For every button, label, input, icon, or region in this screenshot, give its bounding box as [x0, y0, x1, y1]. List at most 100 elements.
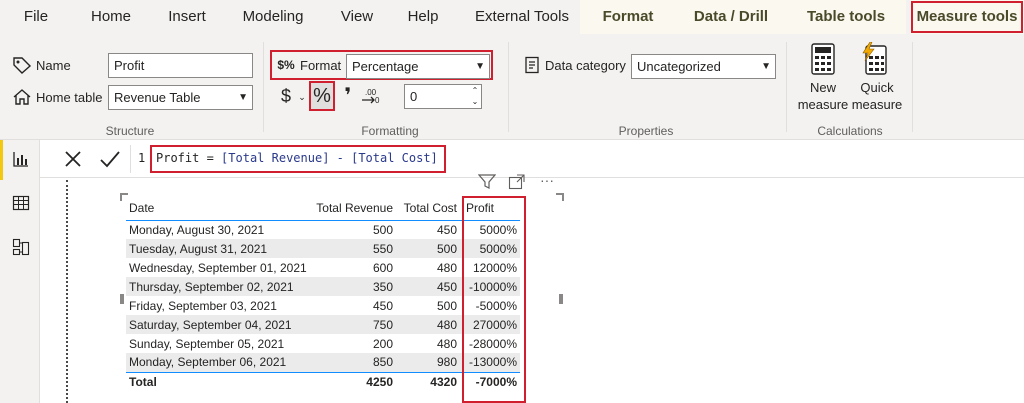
- cell-cost: 450: [436, 222, 457, 237]
- tab-table-tools[interactable]: Table tools: [786, 0, 906, 34]
- name-label: Name: [36, 58, 71, 73]
- formula-operator: =: [199, 151, 222, 165]
- table-row: Thursday, September 02, 2021 350 450 -10000…: [126, 277, 520, 296]
- tab-insert[interactable]: Insert: [156, 0, 218, 34]
- more-options-icon[interactable]: ···: [536, 172, 558, 188]
- menu-bar: File Home Insert Modeling View Help Exte…: [0, 0, 1024, 34]
- data-view-icon[interactable]: [12, 194, 30, 212]
- cell-cost: 480: [396, 315, 460, 334]
- cell-revenue: 200: [372, 336, 393, 351]
- cell-revenue: 350: [310, 277, 396, 296]
- table-row: Wednesday, September 01, 2021 600 480 12000…: [126, 258, 520, 277]
- divider: [263, 42, 264, 132]
- column-header-total-revenue[interactable]: Total Revenue: [310, 198, 396, 221]
- cell-cost: 500: [396, 239, 460, 258]
- percent-icon[interactable]: %: [311, 84, 333, 108]
- document-icon: [524, 56, 540, 74]
- chevron-down-icon: ▼: [475, 61, 485, 72]
- cell-revenue: 450: [372, 298, 393, 313]
- tab-format[interactable]: Format: [580, 0, 676, 34]
- cell-date: Sunday, September 05, 2021: [129, 336, 285, 351]
- cell-cost: 980: [396, 353, 460, 372]
- data-table: Date Total Revenue Total Cost Profit Mon…: [126, 198, 520, 391]
- quick-measure-label-2[interactable]: measure: [848, 97, 906, 112]
- commit-formula-icon[interactable]: [98, 148, 122, 170]
- total-cost: 4320: [396, 371, 460, 391]
- new-measure-label-1[interactable]: New: [796, 80, 850, 95]
- divider: [130, 145, 131, 173]
- data-category-value: Uncategorized: [637, 59, 721, 74]
- profit-column-highlight: [462, 196, 526, 403]
- nav-selected-indicator: [0, 140, 3, 180]
- filter-icon[interactable]: [477, 174, 497, 190]
- table-row: Sunday, September 05, 2021 200 480 -28000%: [126, 334, 520, 353]
- divider: [912, 42, 913, 132]
- cell-cost: 480: [436, 260, 457, 275]
- decimal-places-icon[interactable]: .00 0: [360, 86, 384, 106]
- cell-revenue: 600: [372, 260, 393, 275]
- data-category-dropdown[interactable]: Uncategorized ▼: [631, 54, 776, 79]
- comma-style-icon[interactable]: ❜: [341, 86, 355, 106]
- cell-revenue: 500: [372, 222, 393, 237]
- focus-mode-icon[interactable]: [508, 174, 526, 190]
- tab-measure-tools[interactable]: Measure tools: [910, 0, 1024, 34]
- new-measure-icon[interactable]: [810, 42, 836, 76]
- cell-date: Saturday, September 04, 2021: [126, 315, 310, 334]
- total-revenue: 4250: [310, 371, 396, 391]
- formula-input[interactable]: Profit = [Total Revenue] - [Total Cost]: [156, 151, 438, 165]
- chevron-down-icon: ▼: [238, 92, 248, 103]
- tab-help[interactable]: Help: [396, 0, 450, 34]
- tab-view[interactable]: View: [330, 0, 384, 34]
- calculations-group-title: Calculations: [817, 124, 883, 138]
- column-header-total-cost[interactable]: Total Cost: [396, 198, 460, 221]
- format-percent-icon: $%: [277, 58, 295, 72]
- column-header-date[interactable]: Date: [126, 198, 310, 221]
- formula-measure-name: Profit: [156, 151, 200, 165]
- currency-icon[interactable]: $: [278, 86, 294, 106]
- tab-modeling[interactable]: Modeling: [230, 0, 316, 34]
- table-total-row: Total 4250 4320 -7000%: [126, 371, 520, 391]
- cell-date: Monday, August 30, 2021: [129, 222, 265, 237]
- cell-cost: 500: [436, 298, 457, 313]
- tab-file[interactable]: File: [0, 0, 72, 34]
- table-row: Monday, September 06, 2021 850 980 -13000%: [126, 353, 520, 372]
- new-measure-label-2[interactable]: measure: [796, 97, 850, 112]
- left-nav: [0, 140, 40, 403]
- cell-cost: 480: [436, 336, 457, 351]
- model-view-icon[interactable]: [12, 238, 30, 256]
- cell-revenue: 850: [310, 353, 396, 372]
- resize-handle[interactable]: [559, 294, 563, 304]
- chevron-down-icon[interactable]: ⌄: [297, 91, 307, 103]
- quick-measure-label-1[interactable]: Quick: [850, 80, 904, 95]
- formatting-group-title: Formatting: [361, 124, 419, 138]
- resize-handle[interactable]: [556, 193, 564, 201]
- cancel-formula-icon[interactable]: [62, 148, 84, 170]
- home-icon: [12, 88, 32, 106]
- table-row: Tuesday, August 31, 2021 550 500 5000%: [126, 239, 520, 258]
- home-table-value: Revenue Table: [114, 90, 201, 105]
- tab-home[interactable]: Home: [80, 0, 142, 34]
- table-header-row: Date Total Revenue Total Cost Profit: [126, 198, 520, 221]
- quick-measure-icon[interactable]: [860, 41, 888, 76]
- format-dropdown[interactable]: Percentage ▼: [346, 54, 490, 79]
- structure-group-title: Structure: [105, 124, 155, 138]
- formula-expression: [Total Revenue] - [Total Cost]: [221, 151, 438, 165]
- home-table-dropdown[interactable]: Revenue Table ▼: [108, 85, 253, 110]
- divider: [508, 42, 509, 132]
- name-field[interactable]: Profit: [108, 53, 253, 78]
- cell-date: Monday, September 06, 2021: [126, 353, 310, 372]
- resize-handle[interactable]: [120, 294, 124, 304]
- cell-date: Tuesday, August 31, 2021: [126, 239, 310, 258]
- tab-external-tools[interactable]: External Tools: [464, 0, 580, 34]
- spinner-icon[interactable]: ⌃ ⌄: [470, 85, 480, 107]
- formula-line-number: 1: [138, 151, 146, 165]
- table-row: Friday, September 03, 2021 450 500 -5000%: [126, 296, 520, 315]
- tag-icon: [12, 56, 32, 74]
- tab-data-drill[interactable]: Data / Drill: [676, 0, 786, 34]
- format-value: Percentage: [352, 59, 419, 74]
- divider: [786, 42, 787, 132]
- cell-date: Friday, September 03, 2021: [129, 298, 277, 313]
- report-view-icon[interactable]: [12, 150, 30, 168]
- properties-group-title: Properties: [618, 124, 674, 138]
- cell-cost: 450: [396, 277, 460, 296]
